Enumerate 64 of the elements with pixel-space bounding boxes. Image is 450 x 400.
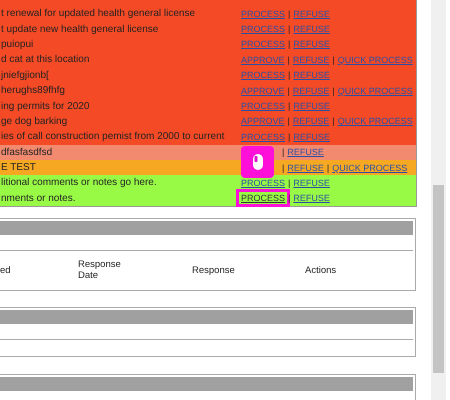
scrollbar-thumb[interactable]: [433, 185, 444, 373]
separator: |: [288, 39, 290, 50]
separator: |: [282, 162, 284, 173]
column-header: Actions: [305, 264, 336, 276]
action-link[interactable]: PROCESS: [240, 70, 286, 80]
action-link[interactable]: PROCESS: [240, 39, 286, 50]
table-cell-text: t renewal for updated health general license: [0, 8, 196, 20]
table-cell-text: ge dog barking: [0, 116, 68, 127]
table-cell-text: jniefgjionb[: [0, 70, 50, 81]
separator: |: [332, 54, 335, 65]
separator: |: [288, 132, 290, 142]
table-cell-text: herughs89fhfg: [0, 85, 66, 96]
action-link[interactable]: PROCESS: [240, 8, 286, 19]
separator: |: [288, 70, 290, 80]
table-cell-text: nments or notes.: [0, 192, 76, 204]
action-link[interactable]: QUICK PROCESS: [336, 116, 414, 126]
action-link[interactable]: APPROVE: [240, 86, 286, 96]
scrollbar[interactable]: [431, 0, 446, 400]
action-link[interactable]: QUICK PROCESS: [336, 54, 414, 65]
separator: |: [288, 116, 290, 126]
action-link[interactable]: REFUSE: [292, 70, 331, 80]
action-link[interactable]: REFUSE: [292, 132, 331, 142]
separator: |: [326, 162, 330, 173]
column-header: Response Date: [78, 258, 122, 282]
table-cell-text: E TEST: [0, 162, 37, 174]
action-link[interactable]: PROCESS: [240, 101, 286, 112]
action-link[interactable]: QUICK PROCESS: [336, 86, 414, 96]
column-header: ed: [0, 264, 12, 276]
action-link[interactable]: REFUSE: [286, 147, 325, 158]
action-link[interactable]: REFUSE: [292, 86, 330, 96]
separator: |: [332, 116, 335, 126]
action-link[interactable]: REFUSE: [292, 39, 331, 50]
separator: |: [288, 193, 290, 204]
table-cell-text: d cat at this location: [0, 54, 90, 66]
mouse-icon: [252, 153, 264, 171]
separator: |: [288, 178, 290, 188]
table-cell-text: dfasfasdfsd: [0, 146, 54, 158]
action-link[interactable]: QUICK PROCESS: [331, 162, 408, 173]
table-cell-text: t update new health general license: [0, 24, 160, 35]
separator: |: [332, 86, 335, 96]
action-link[interactable]: APPROVE: [240, 116, 286, 126]
action-link[interactable]: PROCESS: [240, 132, 286, 142]
action-link[interactable]: REFUSE: [292, 24, 331, 34]
action-link[interactable]: APPROVE: [240, 54, 286, 65]
action-link[interactable]: PROCESS: [240, 178, 286, 188]
action-link[interactable]: REFUSE: [292, 8, 331, 19]
separator: |: [282, 147, 284, 158]
table-cell-text: ing permits for 2020: [0, 100, 90, 112]
action-link[interactable]: REFUSE: [292, 193, 331, 204]
column-header: Response: [192, 264, 236, 276]
table-cell-text: ies of call construction pemist from 2000 to current: [0, 131, 226, 142]
separator: |: [288, 101, 290, 112]
table-cell-text: litional comments or notes go here.: [0, 177, 158, 188]
table-cell-text: puiopui: [0, 38, 34, 50]
separator: |: [288, 86, 290, 96]
action-link[interactable]: REFUSE: [292, 101, 331, 112]
action-link[interactable]: PROCESS: [240, 24, 286, 34]
action-link[interactable]: REFUSE: [292, 178, 331, 188]
action-link[interactable]: REFUSE: [292, 116, 330, 126]
separator: |: [288, 24, 290, 34]
action-link[interactable]: REFUSE: [292, 54, 330, 65]
separator: |: [288, 8, 290, 19]
action-link[interactable]: REFUSE: [286, 162, 325, 173]
separator: |: [288, 54, 290, 65]
